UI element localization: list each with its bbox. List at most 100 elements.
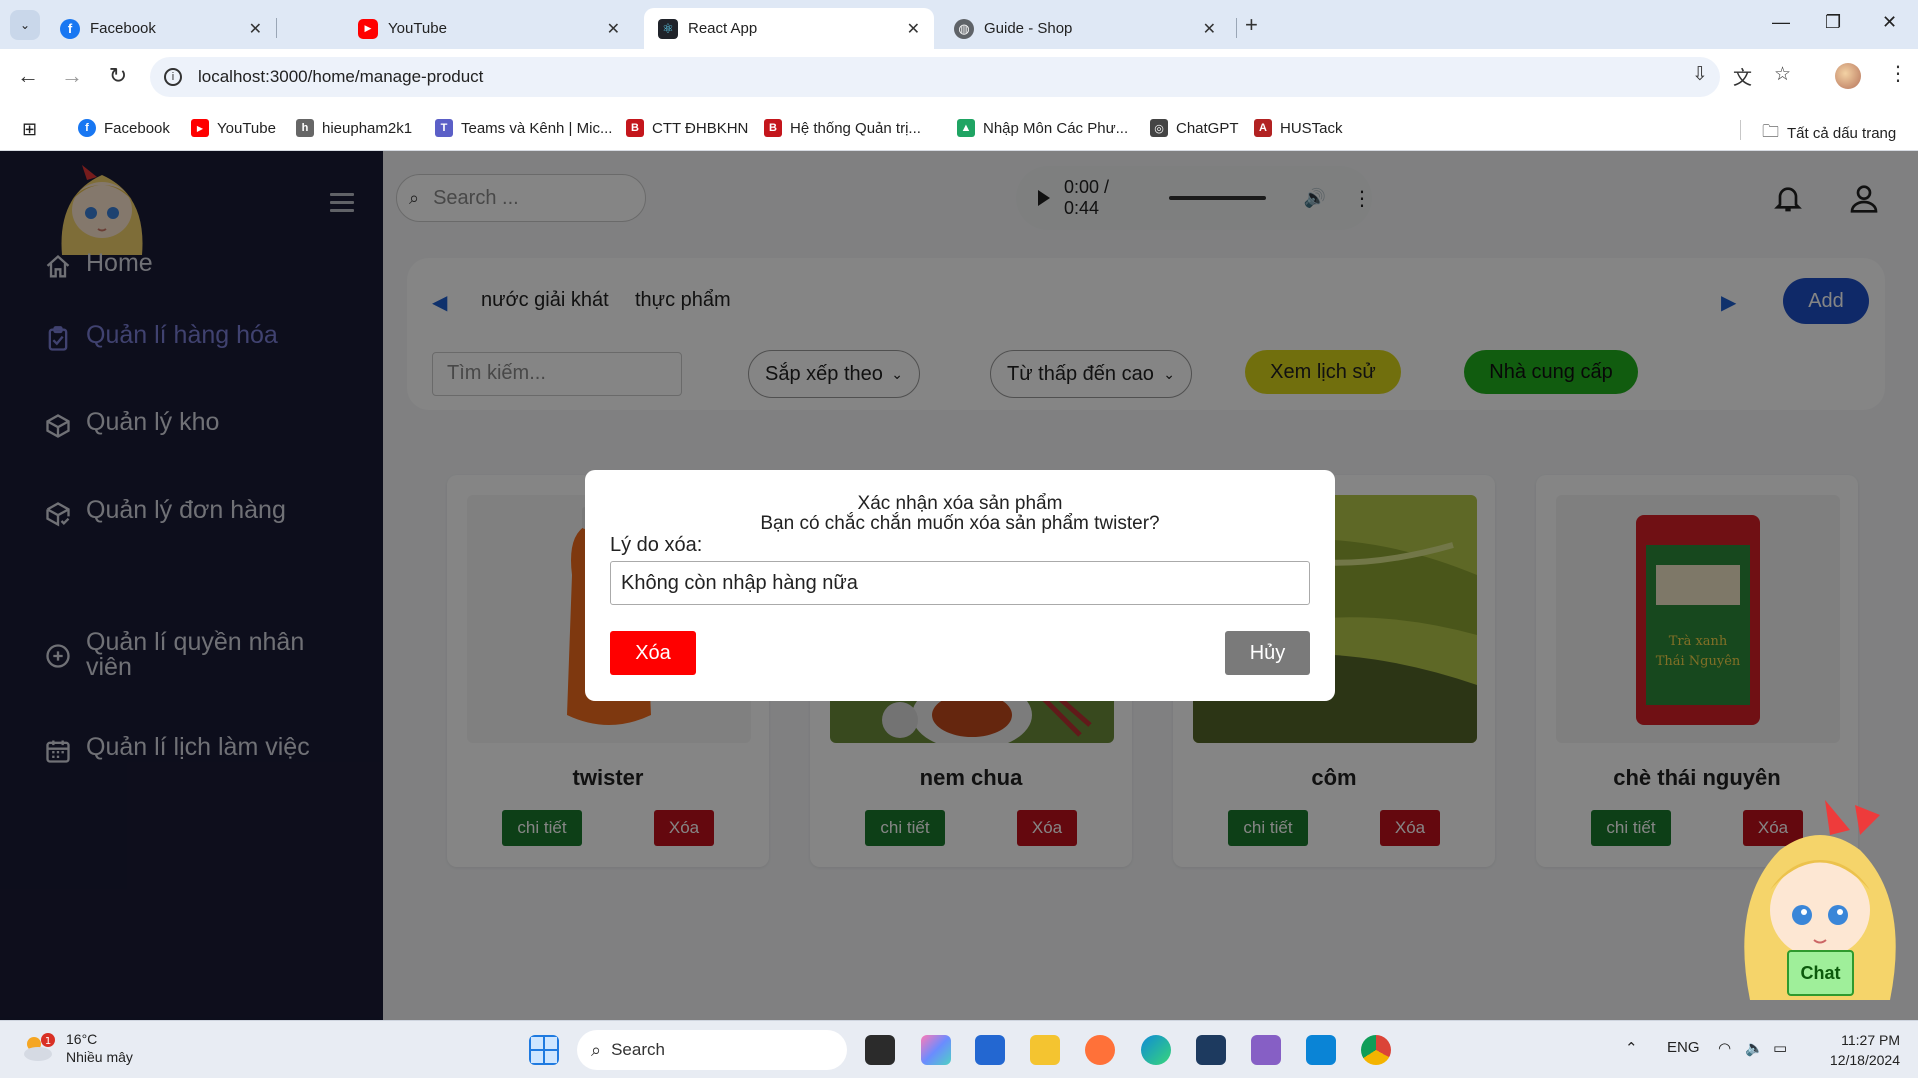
ssms-icon[interactable] bbox=[1196, 1035, 1226, 1065]
bookmark-label: Hệ thống Quản trị... bbox=[790, 119, 921, 137]
dialog-heading: Xác nhận xóa sản phẩm bbox=[857, 493, 1063, 514]
close-window-icon[interactable]: ✕ bbox=[1882, 12, 1897, 33]
chevron-up-icon[interactable]: ⌃ bbox=[1625, 1039, 1638, 1057]
chrome-icon[interactable] bbox=[1361, 1035, 1391, 1065]
tab-title: YouTube bbox=[388, 20, 447, 37]
translate-icon[interactable]: 文 bbox=[1733, 63, 1752, 90]
address-bar-row: ← → ↻ i localhost:3000/home/manage-produ… bbox=[0, 49, 1918, 106]
bookmark-label: hieupham2k1 bbox=[322, 119, 413, 137]
tab-react-app[interactable]: ⚛ React App ✕ bbox=[644, 8, 934, 49]
tab-youtube[interactable]: ▶ YouTube ✕ bbox=[344, 8, 634, 49]
tab-title: React App bbox=[688, 20, 758, 37]
bookmark-label: CTT ĐHBKHN bbox=[652, 119, 749, 137]
chevron-down-icon: ⌄ bbox=[19, 18, 31, 32]
close-icon[interactable]: ✕ bbox=[607, 19, 620, 39]
facebook-icon: f bbox=[78, 119, 96, 137]
taskbar-search[interactable]: ⌕ Search bbox=[577, 1030, 847, 1070]
close-icon[interactable]: ✕ bbox=[249, 19, 262, 39]
bookmark-youtube[interactable]: ▶ YouTube bbox=[191, 119, 276, 137]
profile-avatar[interactable] bbox=[1835, 63, 1861, 89]
confirm-delete-button[interactable]: Xóa bbox=[610, 631, 696, 675]
all-bookmarks-folder[interactable]: 🗀 Tất cả dấu trang bbox=[1762, 119, 1896, 148]
bookmark-divider bbox=[1740, 120, 1741, 140]
address-bar[interactable]: i localhost:3000/home/manage-product bbox=[150, 57, 1720, 97]
restore-icon[interactable]: ❐ bbox=[1825, 12, 1841, 33]
chatgpt-icon: ◎ bbox=[1150, 119, 1168, 137]
cancel-button[interactable]: Hủy bbox=[1225, 631, 1310, 675]
clock-time: 11:27 PM bbox=[1841, 1032, 1900, 1048]
bookmark-facebook[interactable]: f Facebook bbox=[78, 119, 170, 137]
tab-title: Facebook bbox=[90, 20, 156, 37]
more-menu-icon[interactable]: ⋮ bbox=[1888, 61, 1908, 86]
site-info-icon[interactable]: i bbox=[164, 68, 182, 86]
tab-title: Guide - Shop bbox=[984, 20, 1073, 37]
globe-icon: ◍ bbox=[954, 18, 974, 39]
tab-search-button[interactable]: ⌄ bbox=[10, 10, 40, 40]
minimize-icon[interactable]: — bbox=[1772, 12, 1790, 33]
dialog-title: Xác nhận xóa sản phẩm Bạn có chắc chắn m… bbox=[585, 494, 1335, 534]
tab-guide-shop[interactable]: ◍ Guide - Shop ✕ bbox=[940, 8, 1230, 49]
bookmark-chatgpt[interactable]: ◎ ChatGPT bbox=[1150, 119, 1239, 137]
system-clock[interactable]: 11:27 PM 12/18/2024 bbox=[1810, 1030, 1900, 1070]
reload-icon[interactable]: ↻ bbox=[104, 63, 132, 89]
apps-grid-icon[interactable]: ⊞ bbox=[22, 119, 37, 140]
battery-icon[interactable]: ▭ bbox=[1773, 1039, 1787, 1057]
weather-widget[interactable]: 1 16°C Nhiều mây bbox=[20, 1030, 133, 1066]
reason-label: Lý do xóa: bbox=[610, 534, 703, 556]
chat-button[interactable]: Chat bbox=[1787, 950, 1854, 996]
bookmark-teams[interactable]: T Teams và Kênh | Mic... bbox=[435, 119, 612, 137]
bookmark-label: YouTube bbox=[217, 119, 276, 137]
edge-icon[interactable] bbox=[1141, 1035, 1171, 1065]
star-icon[interactable]: ☆ bbox=[1774, 63, 1791, 86]
bookmark-label: ChatGPT bbox=[1176, 119, 1239, 137]
bookmark-label: Facebook bbox=[104, 119, 170, 137]
new-tab-icon[interactable]: + bbox=[1245, 12, 1258, 38]
clock-date: 12/18/2024 bbox=[1829, 1052, 1900, 1068]
tab-divider bbox=[1236, 18, 1237, 38]
weather-desc: Nhiều mây bbox=[66, 1049, 133, 1065]
bookmarks-bar: ⊞ f Facebook ▶ YouTube h hieupham2k1 T Teams… bbox=[0, 106, 1918, 151]
bookmark-quan-tri[interactable]: B Hệ thống Quản trị... bbox=[764, 119, 921, 137]
firefox-icon[interactable] bbox=[1085, 1035, 1115, 1065]
reason-input[interactable]: Không còn nhập hàng nữa bbox=[610, 561, 1310, 605]
bookmark-hustack[interactable]: A HUSTack bbox=[1254, 119, 1343, 137]
file-explorer-icon[interactable] bbox=[1030, 1035, 1060, 1065]
react-icon: ⚛ bbox=[658, 18, 678, 39]
vscode-icon[interactable] bbox=[1306, 1035, 1336, 1065]
taskbar-search-label: Search bbox=[611, 1040, 665, 1059]
youtube-icon: ▶ bbox=[191, 119, 209, 137]
hustack-icon: A bbox=[1254, 119, 1272, 137]
wifi-icon[interactable]: ◠ bbox=[1718, 1039, 1731, 1057]
visual-studio-icon[interactable] bbox=[1251, 1035, 1281, 1065]
windows-start-icon[interactable] bbox=[529, 1035, 559, 1065]
bookmark-hieupham[interactable]: h hieupham2k1 bbox=[296, 119, 412, 137]
weather-temp: 16°C bbox=[66, 1031, 98, 1047]
close-icon[interactable]: ✕ bbox=[1203, 19, 1216, 39]
teams-icon: T bbox=[435, 119, 453, 137]
install-app-icon[interactable]: ⇩ bbox=[1692, 63, 1708, 86]
bookmark-label: HUSTack bbox=[1280, 119, 1343, 137]
task-view-icon[interactable] bbox=[865, 1035, 895, 1065]
cloud-sun-icon: 1 bbox=[24, 1033, 55, 1061]
forward-icon[interactable]: → bbox=[58, 63, 86, 89]
tab-facebook[interactable]: f Facebook ✕ bbox=[46, 8, 276, 49]
user-image-icon: h bbox=[296, 119, 314, 137]
store-icon[interactable] bbox=[975, 1035, 1005, 1065]
close-icon[interactable]: ✕ bbox=[907, 19, 920, 39]
bookmark-label: Tất cả dấu trang bbox=[1787, 125, 1897, 142]
delete-confirm-dialog: Xác nhận xóa sản phẩm Bạn có chắc chắn m… bbox=[585, 470, 1335, 701]
search-icon: ⌕ bbox=[591, 1039, 602, 1060]
bookmark-label: Teams và Kênh | Mic... bbox=[461, 119, 613, 137]
dialog-question: Bạn có chắc chắn muốn xóa sản phẩm twist… bbox=[760, 513, 1160, 534]
hust-icon: B bbox=[764, 119, 782, 137]
language-indicator[interactable]: ENG bbox=[1667, 1039, 1700, 1056]
back-icon[interactable]: ← bbox=[14, 63, 42, 89]
bookmark-ctt[interactable]: B CTT ĐHBKHN bbox=[626, 119, 748, 137]
url-text[interactable]: localhost:3000/home/manage-product bbox=[198, 67, 483, 87]
notification-badge: 1 bbox=[45, 1036, 51, 1047]
speaker-icon[interactable]: 🔈 bbox=[1745, 1039, 1764, 1057]
copilot-icon[interactable] bbox=[921, 1035, 951, 1065]
hust-icon: B bbox=[626, 119, 644, 137]
os-taskbar: 1 16°C Nhiều mây ⌕ Search ⌃ ENG ◠ 🔈 ▭ 11… bbox=[0, 1020, 1918, 1078]
bookmark-nhap-mon[interactable]: ▲ Nhập Môn Các Phư... bbox=[957, 119, 1128, 137]
